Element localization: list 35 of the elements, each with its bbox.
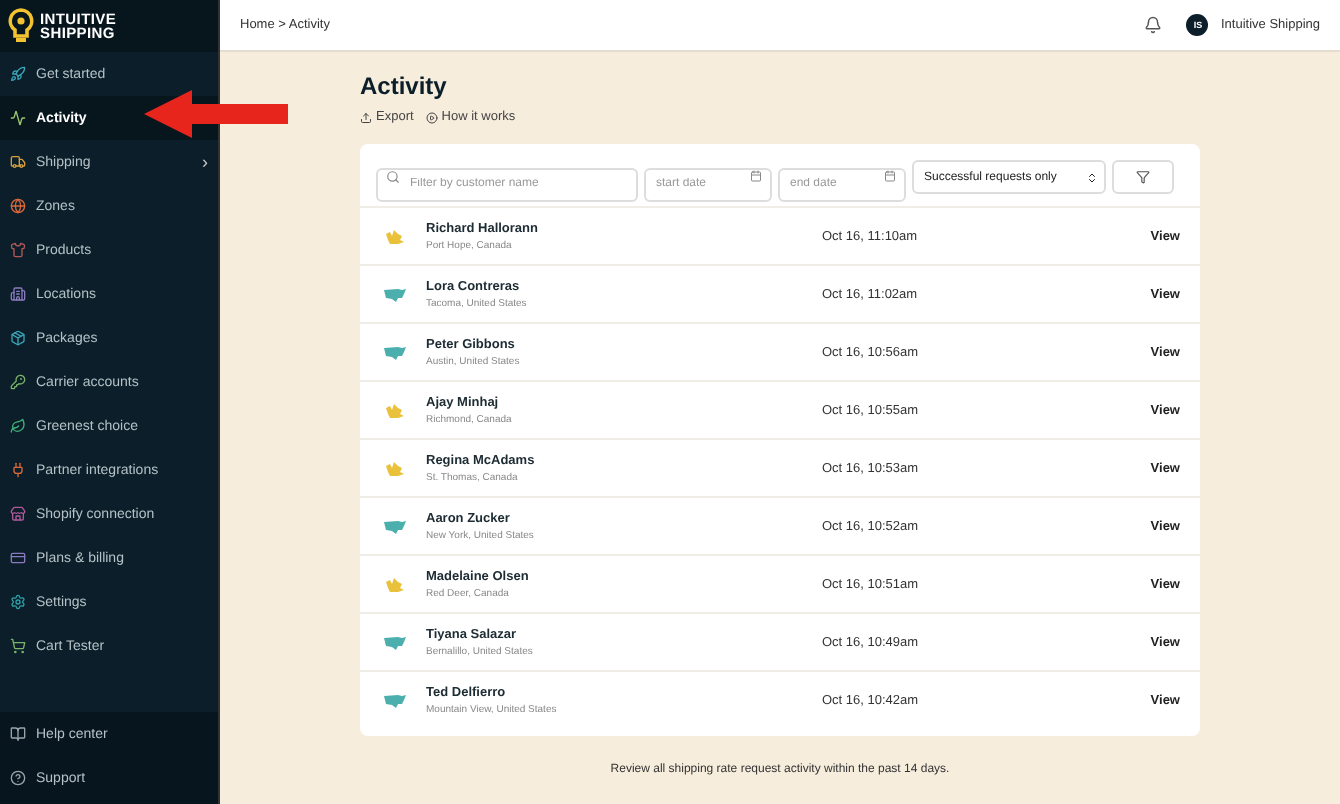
leaf-icon — [384, 227, 406, 245]
bell-icon[interactable] — [1144, 16, 1163, 34]
annotation-arrow — [144, 88, 288, 140]
card-icon — [10, 550, 26, 566]
leaf-icon — [384, 401, 406, 419]
plug-icon — [10, 462, 26, 478]
calendar-icon — [884, 170, 896, 182]
building-icon — [10, 286, 26, 302]
leaf-icon — [10, 418, 26, 434]
activity-icon — [10, 110, 26, 126]
rocket-icon — [10, 66, 26, 82]
globe-icon — [10, 198, 26, 214]
map-icon — [384, 635, 406, 649]
package-icon — [10, 330, 26, 346]
shirt-icon — [10, 242, 26, 258]
help-icon — [10, 770, 26, 786]
calendar-icon — [750, 170, 762, 182]
key-icon — [10, 374, 26, 390]
truck-icon — [10, 154, 26, 170]
play-icon — [425, 111, 438, 123]
map-icon — [384, 345, 406, 359]
page-title: Activity — [360, 72, 449, 100]
map-icon — [384, 693, 406, 707]
map-icon — [384, 519, 406, 533]
book-icon — [10, 726, 26, 742]
leaf-icon — [384, 575, 406, 593]
bulb-logo-icon — [8, 8, 34, 44]
cart-icon — [10, 638, 26, 654]
leaf-icon — [384, 459, 406, 477]
search-icon — [386, 170, 400, 184]
upload-icon — [360, 111, 372, 123]
store-icon — [10, 506, 26, 522]
filter-icon — [1136, 170, 1150, 184]
map-icon — [384, 287, 406, 301]
gear-icon — [10, 594, 26, 610]
